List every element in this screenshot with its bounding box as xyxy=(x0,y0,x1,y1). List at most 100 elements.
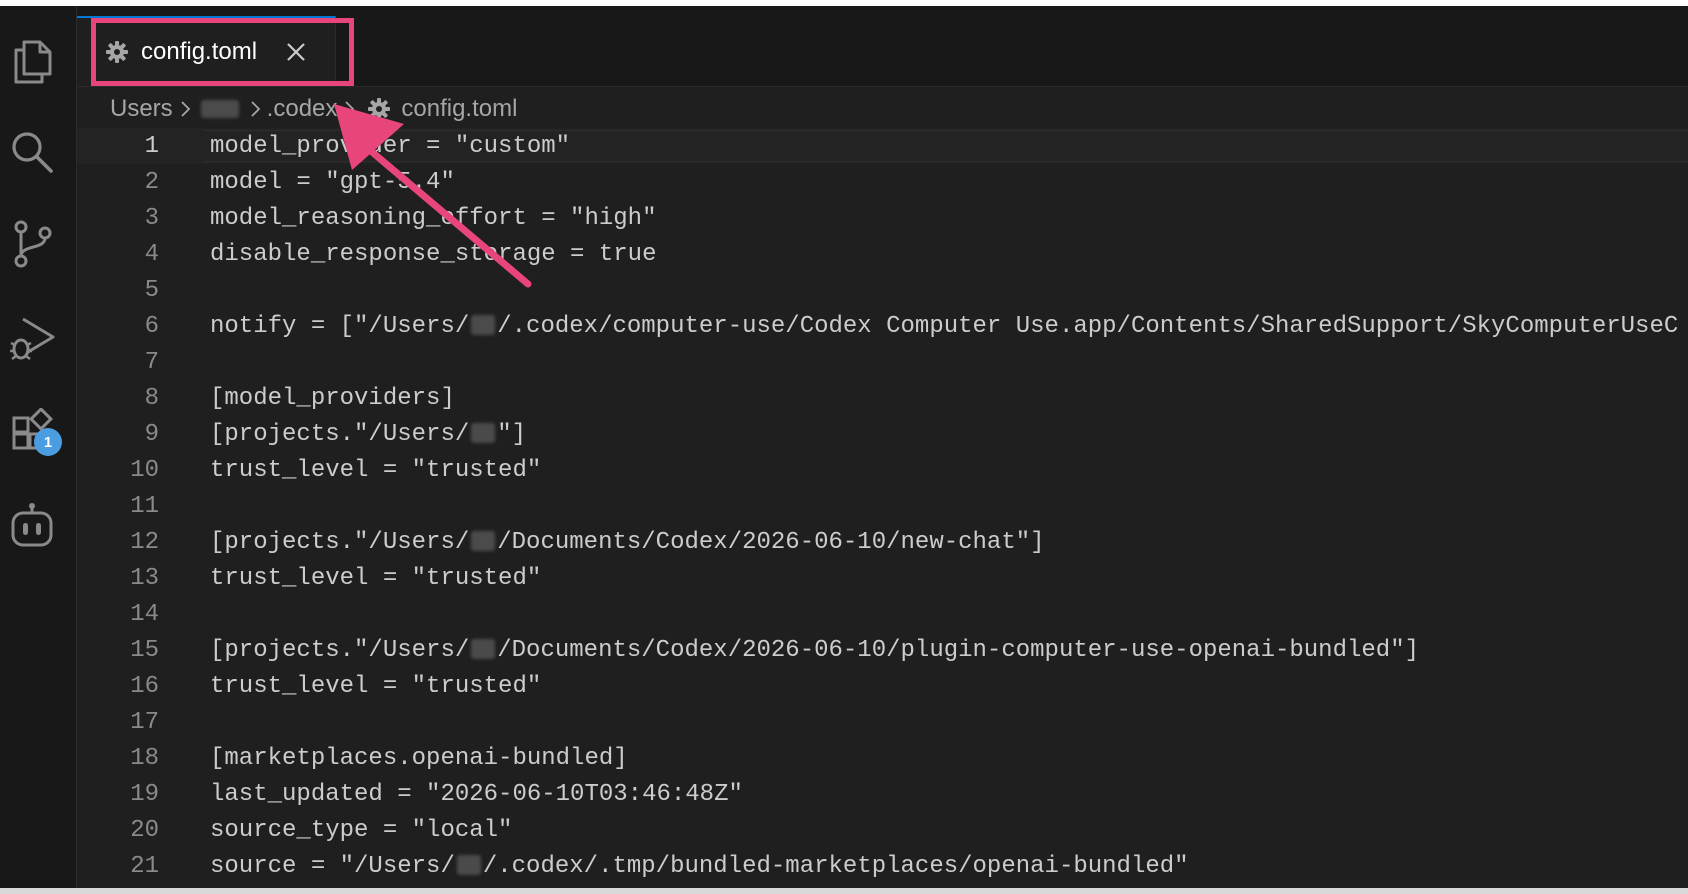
copilot-button[interactable] xyxy=(4,498,60,554)
code-text: trust_level = "trusted" xyxy=(210,673,541,700)
explorer-button[interactable] xyxy=(4,32,60,88)
code-line[interactable]: 1 model_provider = "custom" xyxy=(77,128,1688,164)
line-number: 6 xyxy=(144,313,159,340)
code-line[interactable]: 2 model = "gpt-5.4" xyxy=(77,164,1688,200)
window-bottom-edge xyxy=(0,888,1688,894)
code-line[interactable]: 15 [projects."/Users/ /Documents/Codex/202… xyxy=(77,632,1688,668)
files-icon xyxy=(14,40,52,84)
extensions-badge: 1 xyxy=(34,428,62,456)
code-line[interactable]: 5 xyxy=(77,272,1688,308)
code-line[interactable]: 6 notify = ["/Users/ /.codex/computer-use/… xyxy=(77,308,1688,344)
code-segment: /Documents/Codex/2026-06-10/plugin-compu… xyxy=(497,637,1419,664)
chevron-right-icon xyxy=(339,99,359,119)
redacted-username xyxy=(471,423,496,443)
code-line[interactable]: 18 [marketplaces.openai-bundled] xyxy=(77,740,1688,776)
code-editor[interactable]: 1 model_provider = "custom" 2 model = "gpt-… xyxy=(77,128,1688,888)
line-number: 11 xyxy=(130,493,159,520)
line-number: 14 xyxy=(130,601,159,628)
code-text: model_provider = "custom" xyxy=(210,133,570,160)
code-segment: model_reasoning_effort = "high" xyxy=(210,205,657,232)
line-number: 12 xyxy=(130,529,159,556)
search-icon xyxy=(12,132,53,173)
tab-highlight-box xyxy=(91,18,354,86)
code-text: source = "/Users/ /.codex/.tmp/bundled-ma… xyxy=(210,853,1189,880)
code-line[interactable]: 7 xyxy=(77,344,1688,380)
code-line[interactable]: 19 last_updated = "2026-06-10T03:46:48Z" xyxy=(77,776,1688,812)
redacted-username xyxy=(471,315,496,335)
code-segment: [projects."/Users/ xyxy=(210,529,470,556)
line-number: 3 xyxy=(144,205,159,232)
code-line[interactable]: 21 source = "/Users/ /.codex/.tmp/bundled-… xyxy=(77,848,1688,884)
code-segment: trust_level = "trusted" xyxy=(210,673,542,700)
extensions-button[interactable]: 1 xyxy=(4,404,62,460)
line-number: 4 xyxy=(144,241,159,268)
line-number: 18 xyxy=(130,745,159,772)
line-number: 7 xyxy=(144,349,159,376)
search-button[interactable] xyxy=(4,124,60,180)
code-line[interactable]: 3 model_reasoning_effort = "high" xyxy=(77,200,1688,236)
code-text: disable_response_storage = true xyxy=(210,241,656,268)
run-debug-icon xyxy=(10,317,55,360)
source-control-icon xyxy=(14,220,52,268)
chevron-right-icon xyxy=(245,99,265,119)
line-number: 8 xyxy=(144,385,159,412)
code-segment: trust_level = "trusted" xyxy=(210,457,542,484)
vscode-window: 1 config.toml Users .codex config.toml 1… xyxy=(0,0,1688,894)
line-number: 15 xyxy=(130,637,159,664)
code-text: [projects."/Users/ "] xyxy=(210,421,526,448)
code-segment: [marketplaces.openai-bundled] xyxy=(210,745,628,772)
code-segment: model_provider = "custom" xyxy=(210,133,571,160)
code-segment: [projects."/Users/ xyxy=(210,637,470,664)
code-line[interactable]: 8 [model_providers] xyxy=(77,380,1688,416)
code-text: trust_level = "trusted" xyxy=(210,457,541,484)
line-number: 5 xyxy=(144,277,159,304)
code-segment: "] xyxy=(497,421,527,448)
line-number: 21 xyxy=(130,853,159,880)
redacted-username xyxy=(200,100,239,118)
redacted-username xyxy=(471,531,496,551)
code-segment: /.codex/.tmp/bundled-marketplaces/openai… xyxy=(482,853,1189,880)
code-segment: /.codex/computer-use/Codex Computer Use.… xyxy=(497,313,1679,340)
run-debug-button[interactable] xyxy=(4,310,60,366)
code-segment: source = "/Users/ xyxy=(210,853,455,880)
code-segment: source_type = "local" xyxy=(210,817,513,844)
code-line[interactable]: 13 trust_level = "trusted" xyxy=(77,560,1688,596)
breadcrumb-codex[interactable]: .codex xyxy=(267,95,338,123)
code-text: last_updated = "2026-06-10T03:46:48Z" xyxy=(210,781,743,808)
code-segment: [model_providers] xyxy=(210,385,455,412)
line-number: 16 xyxy=(130,673,159,700)
breadcrumb-file[interactable]: config.toml xyxy=(401,95,517,123)
line-number: 17 xyxy=(130,709,159,736)
code-line[interactable]: 14 xyxy=(77,596,1688,632)
redacted-username xyxy=(471,639,496,659)
code-text: [model_providers] xyxy=(210,385,455,412)
code-line[interactable]: 16 trust_level = "trusted" xyxy=(77,668,1688,704)
line-number: 1 xyxy=(144,133,159,160)
code-text: [projects."/Users/ /Documents/Codex/2026-… xyxy=(210,637,1419,664)
code-segment: notify = ["/Users/ xyxy=(210,313,470,340)
code-text: [marketplaces.openai-bundled] xyxy=(210,745,628,772)
code-segment: /Documents/Codex/2026-06-10/new-chat"] xyxy=(497,529,1045,556)
robot-icon xyxy=(11,503,53,547)
code-line[interactable]: 10 trust_level = "trusted" xyxy=(77,452,1688,488)
code-line[interactable]: 11 xyxy=(77,488,1688,524)
code-line[interactable]: 4 disable_response_storage = true xyxy=(77,236,1688,272)
code-text: source_type = "local" xyxy=(210,817,512,844)
code-segment: last_updated = "2026-06-10T03:46:48Z" xyxy=(210,781,743,808)
code-line[interactable]: 17 xyxy=(77,704,1688,740)
line-number: 2 xyxy=(144,169,159,196)
gear-icon xyxy=(368,98,391,120)
code-text: notify = ["/Users/ /.codex/computer-use/C… xyxy=(210,313,1678,340)
code-segment: [projects."/Users/ xyxy=(210,421,470,448)
breadcrumb-users[interactable]: Users xyxy=(110,95,173,123)
code-segment: disable_response_storage = true xyxy=(210,241,657,268)
code-text: trust_level = "trusted" xyxy=(210,565,541,592)
code-line[interactable]: 20 source_type = "local" xyxy=(77,812,1688,848)
code-line[interactable]: 9 [projects."/Users/ "] xyxy=(77,416,1688,452)
line-number: 10 xyxy=(130,457,159,484)
code-line[interactable]: 12 [projects."/Users/ /Documents/Codex/202… xyxy=(77,524,1688,560)
source-control-button[interactable] xyxy=(4,216,60,272)
breadcrumb: Users .codex config.toml xyxy=(110,94,517,124)
line-number: 19 xyxy=(130,781,159,808)
line-number: 9 xyxy=(144,421,159,448)
